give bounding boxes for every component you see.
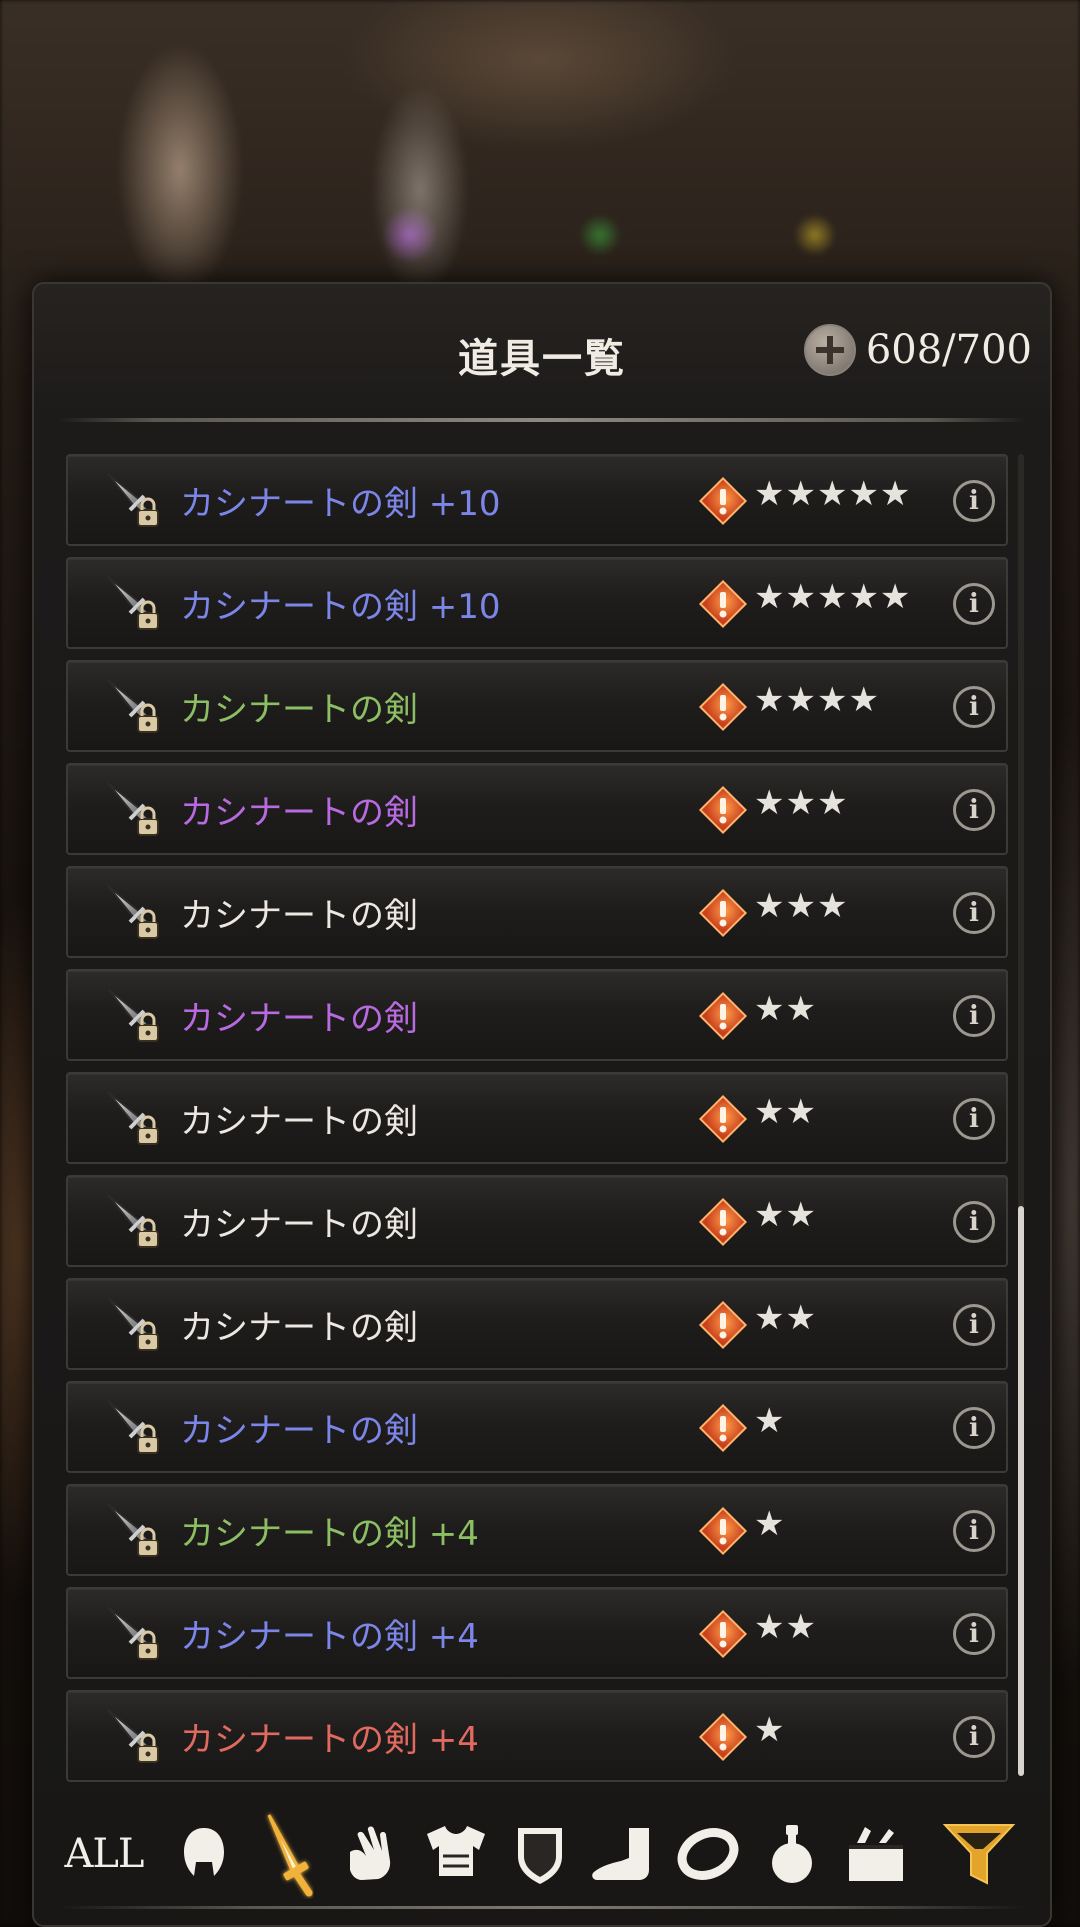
gloves-icon[interactable]: [334, 1804, 410, 1904]
item-rarity-stars: ★: [754, 1504, 786, 1544]
info-icon[interactable]: i: [953, 583, 995, 625]
item-rarity-stars: ★★: [754, 1298, 817, 1338]
header-divider: [58, 418, 1026, 422]
info-icon[interactable]: i: [953, 1716, 995, 1758]
item-name: カシナートの剣 +4: [180, 1617, 479, 1657]
sword-lock-icon: [104, 1294, 164, 1354]
item-name: カシナートの剣 +10: [180, 587, 501, 627]
item-rarity-stars: ★★★★★: [754, 474, 912, 514]
alert-diamond-icon: [698, 476, 748, 526]
sword-lock-icon: [104, 470, 164, 530]
footer-divider: [58, 1906, 1026, 1909]
alert-diamond-icon: [698, 1197, 748, 1247]
item-name: カシナートの剣 +10: [180, 484, 501, 524]
item-row[interactable]: カシナートの剣 +4 ★ i: [66, 1484, 1008, 1576]
alert-diamond-icon: [698, 1403, 748, 1453]
item-row[interactable]: カシナートの剣 +4 ★★ i: [66, 1587, 1008, 1679]
item-name: カシナートの剣: [180, 1205, 418, 1245]
helmet-icon[interactable]: [166, 1804, 242, 1904]
item-row[interactable]: カシナートの剣 ★★★ i: [66, 866, 1008, 958]
item-rarity-stars: ★★: [754, 1092, 817, 1132]
item-row[interactable]: カシナートの剣 +10 ★★★★★ i: [66, 454, 1008, 546]
item-name: カシナートの剣: [180, 1102, 418, 1142]
item-row[interactable]: カシナートの剣 ★★★ i: [66, 763, 1008, 855]
item-row[interactable]: カシナートの剣 ★★ i: [66, 1175, 1008, 1267]
item-rarity-stars: ★★★: [754, 886, 849, 926]
item-name: カシナートの剣: [180, 999, 418, 1039]
armor-icon[interactable]: [418, 1804, 494, 1904]
alert-diamond-icon: [698, 1712, 748, 1762]
info-icon[interactable]: i: [953, 1613, 995, 1655]
item-row[interactable]: カシナートの剣 ★★ i: [66, 1072, 1008, 1164]
item-rarity-stars: ★★: [754, 1607, 817, 1647]
sword-lock-icon: [104, 1706, 164, 1766]
info-icon[interactable]: i: [953, 480, 995, 522]
ring-icon[interactable]: [670, 1804, 746, 1904]
item-name: カシナートの剣: [180, 793, 418, 833]
sword-lock-icon: [104, 1397, 164, 1457]
alert-diamond-icon: [698, 1300, 748, 1350]
sword-lock-icon: [104, 1603, 164, 1663]
alert-diamond-icon: [698, 1506, 748, 1556]
info-icon[interactable]: i: [953, 789, 995, 831]
sword-lock-icon: [104, 1500, 164, 1560]
info-icon[interactable]: i: [953, 1407, 995, 1449]
potion-icon[interactable]: [754, 1804, 830, 1904]
scrollbar-thumb[interactable]: [1018, 1206, 1024, 1776]
item-rarity-stars: ★★★: [754, 783, 849, 823]
item-rarity-stars: ★★: [754, 1195, 817, 1235]
info-icon[interactable]: i: [953, 1510, 995, 1552]
sword-lock-icon: [104, 779, 164, 839]
item-box-icon[interactable]: [838, 1804, 914, 1904]
sword-lock-icon: [104, 573, 164, 633]
item-name: カシナートの剣: [180, 1411, 418, 1451]
alert-diamond-icon: [698, 682, 748, 732]
info-icon[interactable]: i: [953, 1201, 995, 1243]
plus-circle-icon[interactable]: [803, 324, 856, 376]
alert-diamond-icon: [698, 579, 748, 629]
alert-diamond-icon: [698, 785, 748, 835]
item-row[interactable]: カシナートの剣 ★★ i: [66, 969, 1008, 1061]
sword-lock-icon: [104, 1191, 164, 1251]
info-icon[interactable]: i: [953, 892, 995, 934]
info-icon[interactable]: i: [953, 1304, 995, 1346]
item-rarity-stars: ★: [754, 1710, 786, 1750]
info-icon[interactable]: i: [953, 686, 995, 728]
inventory-panel: 道具一覧 608/700 カシナートの剣 +10 ★★★★★ i カシナートの剣 +1…: [32, 282, 1052, 1927]
category-filter-bar: ALL: [54, 1804, 1044, 1904]
item-name: カシナートの剣: [180, 690, 418, 730]
item-row[interactable]: カシナートの剣 +4 ★ i: [66, 1690, 1008, 1782]
item-name: カシナートの剣 +4: [180, 1514, 479, 1554]
item-row[interactable]: カシナートの剣 +10 ★★★★★ i: [66, 557, 1008, 649]
info-icon[interactable]: i: [953, 995, 995, 1037]
scrollbar[interactable]: [1018, 454, 1024, 1776]
sword-lock-icon: [104, 1088, 164, 1148]
sword-lock-icon: [104, 882, 164, 942]
sword-icon[interactable]: [250, 1804, 326, 1904]
alert-diamond-icon: [698, 888, 748, 938]
capacity-count: 608/700: [865, 327, 1032, 373]
item-name: カシナートの剣: [180, 1308, 418, 1348]
filter-all-label: ALL: [64, 1831, 144, 1877]
item-rarity-stars: ★★: [754, 989, 817, 1029]
item-rarity-stars: ★: [754, 1401, 786, 1441]
item-rarity-stars: ★★★★: [754, 680, 880, 720]
filter-funnel-icon[interactable]: [934, 1804, 1024, 1904]
alert-diamond-icon: [698, 1609, 748, 1659]
sword-lock-icon: [104, 676, 164, 736]
sword-lock-icon: [104, 985, 164, 1045]
item-row[interactable]: カシナートの剣 ★★★★ i: [66, 660, 1008, 752]
capacity-display: 608/700: [803, 324, 1032, 376]
info-icon[interactable]: i: [953, 1098, 995, 1140]
boots-icon[interactable]: [586, 1804, 662, 1904]
item-rarity-stars: ★★★★★: [754, 577, 912, 617]
alert-diamond-icon: [698, 991, 748, 1041]
item-row[interactable]: カシナートの剣 ★★ i: [66, 1278, 1008, 1370]
filter-all[interactable]: ALL: [54, 1804, 154, 1904]
item-name: カシナートの剣: [180, 896, 418, 936]
shield-icon[interactable]: [502, 1804, 578, 1904]
alert-diamond-icon: [698, 1094, 748, 1144]
item-row[interactable]: カシナートの剣 ★ i: [66, 1381, 1008, 1473]
item-name: カシナートの剣 +4: [180, 1720, 479, 1760]
